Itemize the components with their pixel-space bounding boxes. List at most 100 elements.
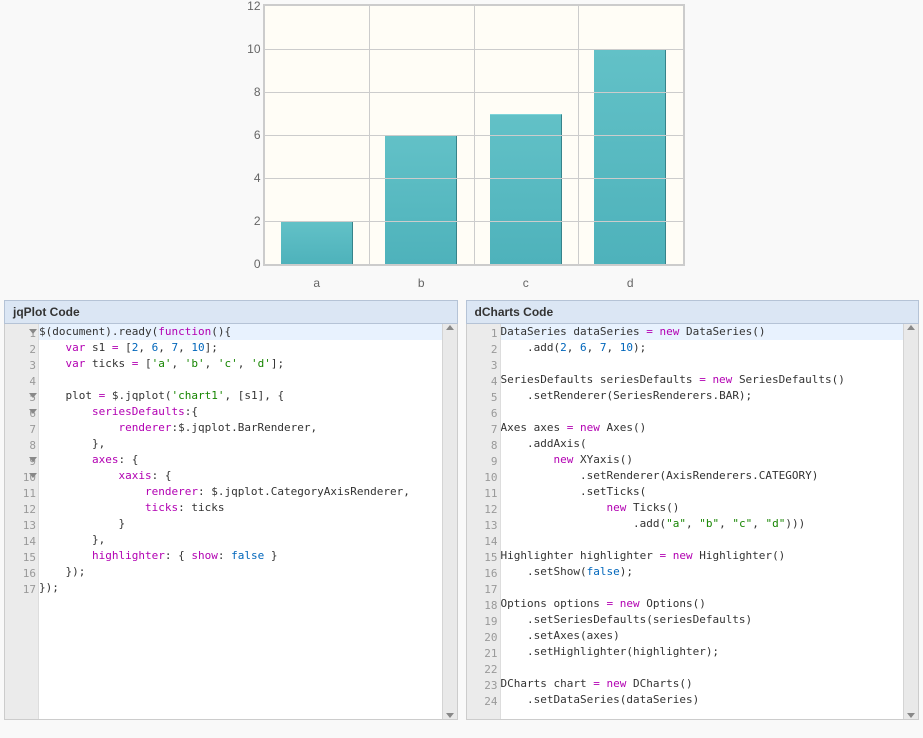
- line-number: 22: [471, 662, 498, 678]
- y-tick-label: 0: [254, 257, 261, 271]
- code-line[interactable]: .add("a", "b", "c", "d"))): [501, 516, 919, 532]
- scrollbar[interactable]: [903, 324, 918, 719]
- code-line[interactable]: ticks: ticks: [39, 500, 457, 516]
- code-line[interactable]: });: [39, 564, 457, 580]
- code-line[interactable]: DataSeries dataSeries = new DataSeries(): [501, 324, 919, 340]
- x-tick-label: b: [418, 276, 425, 290]
- scrollbar[interactable]: [442, 324, 457, 719]
- dcharts-code[interactable]: DataSeries dataSeries = new DataSeries()…: [501, 324, 919, 708]
- code-line[interactable]: [501, 356, 919, 372]
- code-line[interactable]: },: [39, 532, 457, 548]
- code-line[interactable]: Axes axes = new Axes(): [501, 420, 919, 436]
- y-tick-label: 2: [254, 214, 261, 228]
- line-number: 7: [9, 422, 36, 438]
- jqplot-code[interactable]: $(document).ready(function(){ var s1 = […: [39, 324, 457, 596]
- x-axis: a b c d: [263, 272, 685, 292]
- bar-a: [281, 221, 353, 264]
- code-line[interactable]: .addAxis(: [501, 436, 919, 452]
- line-number: 8: [9, 438, 36, 454]
- code-line[interactable]: var ticks = ['a', 'b', 'c', 'd'];: [39, 356, 457, 372]
- code-line[interactable]: .setShow(false);: [501, 564, 919, 580]
- line-number: 23: [471, 678, 498, 694]
- line-number: 15: [9, 550, 36, 566]
- line-number: 17: [471, 582, 498, 598]
- jqplot-panel-title: jqPlot Code: [4, 300, 458, 324]
- code-line[interactable]: [501, 580, 919, 596]
- code-line[interactable]: new XYaxis(): [501, 452, 919, 468]
- code-line[interactable]: .setRenderer(AxisRenderers.CATEGORY): [501, 468, 919, 484]
- scroll-down-icon[interactable]: [446, 713, 454, 718]
- fold-icon[interactable]: [29, 473, 37, 478]
- line-number: 16: [9, 566, 36, 582]
- code-line[interactable]: var s1 = [2, 6, 7, 10];: [39, 340, 457, 356]
- line-number: 14: [9, 534, 36, 550]
- fold-icon[interactable]: [29, 409, 37, 414]
- code-line[interactable]: Highlighter highlighter = new Highlighte…: [501, 548, 919, 564]
- y-tick-label: 4: [254, 171, 261, 185]
- code-line[interactable]: renderer:$.jqplot.BarRenderer,: [39, 420, 457, 436]
- code-line[interactable]: SeriesDefaults seriesDefaults = new Seri…: [501, 372, 919, 388]
- bar-d: [594, 49, 666, 264]
- line-number: 12: [9, 502, 36, 518]
- line-number: 2: [471, 342, 498, 358]
- code-line[interactable]: seriesDefaults:{: [39, 404, 457, 420]
- scroll-down-icon[interactable]: [907, 713, 915, 718]
- fold-icon[interactable]: [29, 393, 37, 398]
- code-line[interactable]: [501, 532, 919, 548]
- fold-icon[interactable]: [29, 457, 37, 462]
- x-tick-label: d: [627, 276, 634, 290]
- code-line[interactable]: plot = $.jqplot('chart1', [s1], {: [39, 388, 457, 404]
- code-line[interactable]: new Ticks(): [501, 500, 919, 516]
- jqplot-editor[interactable]: 1234567891011121314151617 $(document).re…: [4, 324, 458, 720]
- code-line[interactable]: .setRenderer(SeriesRenderers.BAR);: [501, 388, 919, 404]
- dcharts-gutter: 123456789101112131415161718192021222324: [467, 324, 501, 719]
- code-line[interactable]: [501, 660, 919, 676]
- code-line[interactable]: }: [39, 516, 457, 532]
- line-number: 21: [471, 646, 498, 662]
- jqplot-panel: jqPlot Code 1234567891011121314151617 $(…: [4, 300, 458, 720]
- line-number: 10: [471, 470, 498, 486]
- line-number: 10: [9, 470, 36, 486]
- code-panels: jqPlot Code 1234567891011121314151617 $(…: [4, 300, 919, 720]
- code-line[interactable]: DCharts chart = new DCharts(): [501, 676, 919, 692]
- scroll-up-icon[interactable]: [907, 325, 915, 330]
- code-line[interactable]: });: [39, 580, 457, 596]
- chart-grid: [263, 4, 685, 266]
- code-line[interactable]: .add(2, 6, 7, 10);: [501, 340, 919, 356]
- y-axis: 024681012: [237, 4, 263, 266]
- line-number: 1: [471, 326, 498, 342]
- line-number: 16: [471, 566, 498, 582]
- code-line[interactable]: [39, 372, 457, 388]
- code-line[interactable]: .setTicks(: [501, 484, 919, 500]
- code-line[interactable]: .setDataSeries(dataSeries): [501, 692, 919, 708]
- jqplot-gutter: 1234567891011121314151617: [5, 324, 39, 719]
- scroll-up-icon[interactable]: [446, 325, 454, 330]
- code-line[interactable]: highlighter: { show: false }: [39, 548, 457, 564]
- code-line[interactable]: .setHighlighter(highlighter);: [501, 644, 919, 660]
- code-line[interactable]: .setAxes(axes): [501, 628, 919, 644]
- line-number: 5: [471, 390, 498, 406]
- line-number: 9: [471, 454, 498, 470]
- code-line[interactable]: renderer: $.jqplot.CategoryAxisRenderer,: [39, 484, 457, 500]
- y-tick-label: 8: [254, 85, 261, 99]
- x-tick-label: c: [523, 276, 529, 290]
- dcharts-editor[interactable]: 123456789101112131415161718192021222324 …: [466, 324, 920, 720]
- code-line[interactable]: axes: {: [39, 452, 457, 468]
- x-tick-label: a: [313, 276, 320, 290]
- line-number: 6: [471, 406, 498, 422]
- line-number: 7: [471, 422, 498, 438]
- code-line[interactable]: xaxis: {: [39, 468, 457, 484]
- dcharts-panel-title: dCharts Code: [466, 300, 920, 324]
- line-number: 9: [9, 454, 36, 470]
- line-number: 3: [9, 358, 36, 374]
- line-number: 4: [471, 374, 498, 390]
- fold-icon[interactable]: [29, 329, 37, 334]
- code-line[interactable]: [501, 404, 919, 420]
- line-number: 8: [471, 438, 498, 454]
- code-line[interactable]: Options options = new Options(): [501, 596, 919, 612]
- y-tick-label: 12: [247, 0, 260, 13]
- code-line[interactable]: },: [39, 436, 457, 452]
- code-line[interactable]: $(document).ready(function(){: [39, 324, 457, 340]
- code-line[interactable]: .setSeriesDefaults(seriesDefaults): [501, 612, 919, 628]
- line-number: 17: [9, 582, 36, 598]
